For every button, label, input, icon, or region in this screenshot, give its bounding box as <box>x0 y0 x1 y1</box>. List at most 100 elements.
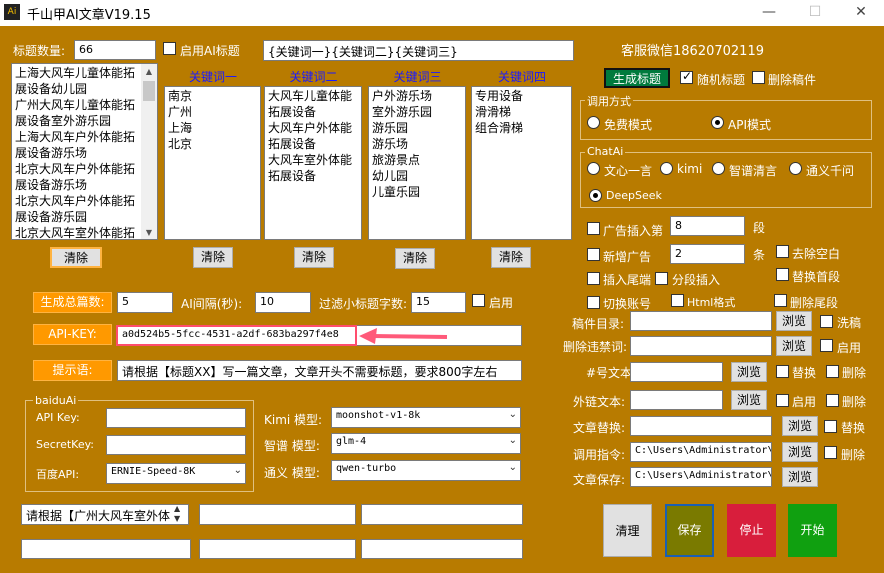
minimize-button[interactable]: — <box>746 0 792 26</box>
hash-text-input[interactable] <box>630 362 723 382</box>
clear-titles-button[interactable]: 清除 <box>50 247 102 268</box>
wenxin-radio[interactable] <box>587 162 600 175</box>
tongyi-model-select[interactable]: qwen-turbo ⌄ <box>331 460 521 481</box>
scroll-up-icon[interactable]: ▲ <box>141 64 157 78</box>
keyword2-list[interactable]: 大风车儿童体能拓展设备 大风车户外体能拓展设备 大风车室外体能拓展设备 <box>264 86 362 240</box>
enable-ai-title-checkbox[interactable] <box>163 42 176 55</box>
clear-keyword3-button[interactable]: 清除 <box>395 248 435 269</box>
delete-drafts-checkbox[interactable] <box>752 71 765 84</box>
filter-subtitle-enable-checkbox[interactable] <box>472 294 485 307</box>
list-item[interactable]: 幼儿园 <box>372 168 462 184</box>
clean-button[interactable]: 清理 <box>603 504 652 557</box>
list-item[interactable]: 组合滑梯 <box>475 120 568 136</box>
replace-first-checkbox[interactable] <box>776 268 789 281</box>
gen-count-input[interactable]: 5 <box>117 292 173 313</box>
article-save-browse-button[interactable]: 浏览 <box>782 467 818 487</box>
list-item[interactable]: 北京大风车室外体能拓 <box>15 225 139 239</box>
hash-text-replace-checkbox[interactable] <box>776 365 789 378</box>
list-item[interactable]: 广州 <box>168 104 257 120</box>
keyword1-list[interactable]: 南京 广州 上海 北京 <box>164 86 261 240</box>
zhipu-radio[interactable] <box>712 162 725 175</box>
keyword-template-input[interactable]: {关键词一}{关键词二}{关键词三} <box>263 40 574 61</box>
random-title-checkbox[interactable] <box>680 69 693 84</box>
link-text-input[interactable] <box>630 390 723 410</box>
free-mode-radio[interactable] <box>587 116 600 129</box>
close-button[interactable]: ✕ <box>838 0 884 26</box>
scroll-down-icon[interactable]: ▼ <box>141 225 157 239</box>
bottom-field-4[interactable] <box>21 539 191 559</box>
new-ad-checkbox[interactable] <box>587 248 600 261</box>
call-cmd-input[interactable]: C:\Users\Administrator\ <box>630 442 772 462</box>
list-item[interactable]: 大风车室外体能拓展设备 <box>268 152 358 184</box>
para-insert-checkbox[interactable] <box>655 272 668 285</box>
bottom-field-5[interactable] <box>199 539 356 559</box>
list-item[interactable]: 大风车儿童体能拓展设备 <box>268 88 358 120</box>
clear-keyword2-button[interactable]: 清除 <box>294 247 334 268</box>
prompt-input[interactable]: 请根据【标题XX】写一篇文章，文章开头不需要标题，要求800字左右 <box>117 360 522 381</box>
wash-checkbox[interactable] <box>820 315 833 328</box>
article-replace-browse-button[interactable]: 浏览 <box>782 416 818 436</box>
draft-dir-input[interactable] <box>630 311 772 331</box>
api-mode-radio[interactable] <box>711 116 724 129</box>
filter-subtitle-input[interactable]: 15 <box>411 292 466 313</box>
banned-words-browse-button[interactable]: 浏览 <box>776 336 812 356</box>
clear-keyword4-button[interactable]: 清除 <box>491 247 531 268</box>
list-item[interactable]: 广州大风车儿童体能拓展设备室外游乐园 <box>15 97 139 129</box>
list-item[interactable]: 游乐场 <box>372 136 462 152</box>
new-ad-count-input[interactable]: 2 <box>670 244 745 264</box>
ad-insert-para-input[interactable]: 8 <box>670 216 745 236</box>
zhipu-model-select[interactable]: glm-4 ⌄ <box>331 433 521 454</box>
switch-account-checkbox[interactable] <box>587 296 600 309</box>
start-button[interactable]: 开始 <box>788 504 837 557</box>
scroll-thumb[interactable] <box>143 81 155 101</box>
call-cmd-browse-button[interactable]: 浏览 <box>782 442 818 462</box>
tongyi-radio[interactable] <box>789 162 802 175</box>
link-text-browse-button[interactable]: 浏览 <box>731 390 767 410</box>
insert-tail-checkbox[interactable] <box>587 272 600 285</box>
banned-words-input[interactable] <box>630 336 772 356</box>
bottom-prompt-input[interactable]: 请根据【广州大风车室外体 <box>21 504 189 525</box>
ai-interval-input[interactable]: 10 <box>255 292 311 313</box>
kimi-radio[interactable] <box>660 162 673 175</box>
banned-words-enable-checkbox[interactable] <box>820 339 833 352</box>
list-item[interactable]: 上海大风车户外体能拓展设备游乐场 <box>15 129 139 161</box>
title-count-input[interactable]: 66 <box>74 40 156 60</box>
bottom-field-3[interactable] <box>361 504 523 525</box>
keyword3-list[interactable]: 户外游乐场 室外游乐园 游乐园 游乐场 旅游景点 幼儿园 儿童乐园 <box>368 86 466 240</box>
html-format-checkbox[interactable] <box>671 294 684 307</box>
kimi-model-select[interactable]: moonshot-v1-8k ⌄ <box>331 407 521 428</box>
link-text-enable-checkbox[interactable] <box>776 394 789 407</box>
maximize-button[interactable]: ☐ <box>792 0 838 26</box>
draft-dir-browse-button[interactable]: 浏览 <box>776 311 812 331</box>
link-text-delete-checkbox[interactable] <box>826 394 839 407</box>
api-key-input[interactable]: a0d524b5-5fcc-4531-a2df-683ba297f4e8 <box>116 325 357 346</box>
list-item[interactable]: 北京 <box>168 136 257 152</box>
remove-blank-checkbox[interactable] <box>776 245 789 258</box>
baidu-api-key-input[interactable] <box>106 408 246 428</box>
list-item[interactable]: 专用设备 <box>475 88 568 104</box>
list-item[interactable]: 上海大风车儿童体能拓展设备幼儿园 <box>15 65 139 97</box>
call-cmd-delete-checkbox[interactable] <box>824 446 837 459</box>
article-replace-input[interactable] <box>630 416 772 436</box>
article-replace-checkbox[interactable] <box>824 420 837 433</box>
list-item[interactable]: 儿童乐园 <box>372 184 462 200</box>
list-item[interactable]: 南京 <box>168 88 257 104</box>
list-item[interactable]: 游乐园 <box>372 120 462 136</box>
generate-title-button[interactable]: 生成标题 <box>604 68 670 88</box>
clear-keyword1-button[interactable]: 清除 <box>193 247 233 268</box>
hash-text-browse-button[interactable]: 浏览 <box>731 362 767 382</box>
list-item[interactable]: 户外游乐场 <box>372 88 462 104</box>
save-button[interactable]: 保存 <box>665 504 714 557</box>
title-list[interactable]: 上海大风车儿童体能拓展设备幼儿园 广州大风车儿童体能拓展设备室外游乐园 上海大风… <box>11 63 158 240</box>
article-save-input[interactable]: C:\Users\Administrator\ <box>630 467 772 487</box>
list-item[interactable]: 滑滑梯 <box>475 104 568 120</box>
deepseek-radio[interactable] <box>589 189 602 202</box>
delete-tail-checkbox[interactable] <box>774 294 787 307</box>
list-item[interactable]: 旅游景点 <box>372 152 462 168</box>
title-list-scrollbar[interactable]: ▲ ▼ <box>141 64 157 239</box>
list-item[interactable]: 大风车户外体能拓展设备 <box>268 120 358 152</box>
hash-text-delete-checkbox[interactable] <box>826 365 839 378</box>
bottom-field-6[interactable] <box>361 539 523 559</box>
baidu-api-select[interactable]: ERNIE-Speed-8K ⌄ <box>106 463 246 484</box>
list-item[interactable]: 上海 <box>168 120 257 136</box>
